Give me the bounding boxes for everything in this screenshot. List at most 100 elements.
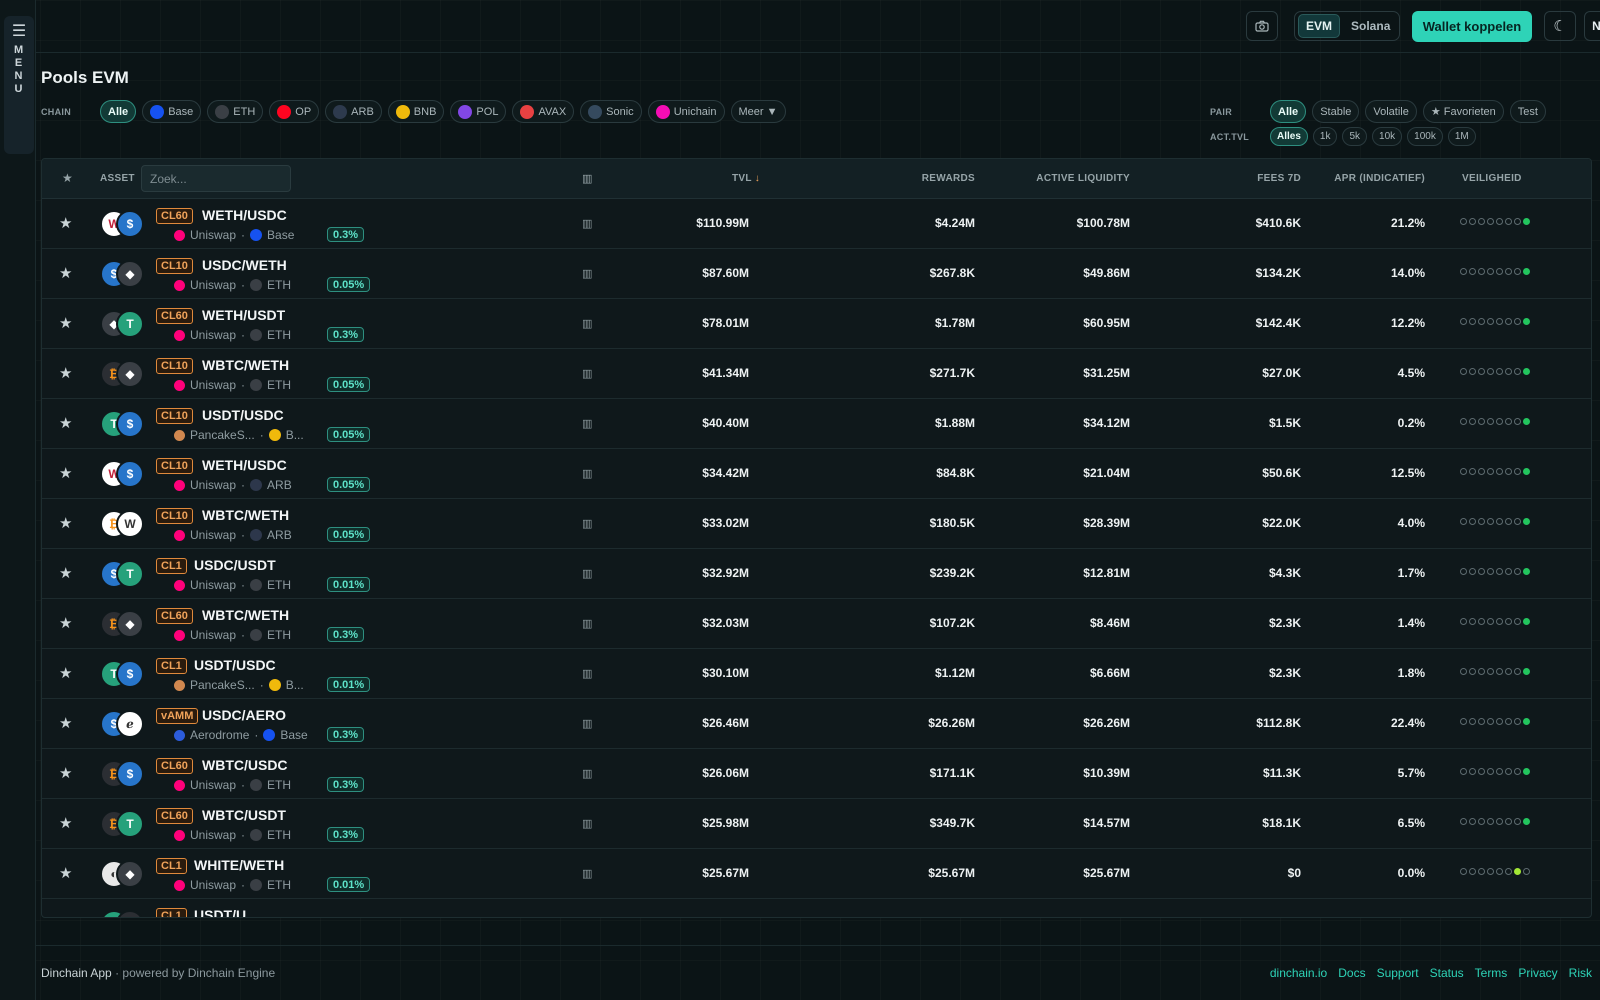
tvl-chip-100k[interactable]: 100k [1407,127,1443,146]
rewards-column-header[interactable]: REWARDS [842,173,975,184]
search-input[interactable] [141,165,291,192]
footer-link-privacy[interactable]: Privacy [1518,966,1557,980]
footer-link-docs[interactable]: Docs [1338,966,1365,980]
chart-icon[interactable]: ▥ [582,617,592,630]
favorite-star-icon[interactable]: ★ [59,764,72,782]
fees-7d-column-header[interactable]: FEES 7D [1162,173,1301,184]
tvl-chip-10k[interactable]: 10k [1372,127,1403,146]
chart-icon[interactable]: ▥ [582,517,592,530]
table-row[interactable]: ★ $ T CL1 USDC/USDT Uniswap · ETH 0.01% ▥ $32.92M $… [42,549,1591,599]
table-row[interactable]: ★ $ ◆ CL10 USDC/WETH Uniswap · ETH 0.05% ▥ $87.60M… [42,249,1591,299]
screenshot-button[interactable] [1246,11,1278,41]
table-row[interactable]: ★ T $ CL1 USDT/USDC PancakeS... · B... 0.01% ▥ $30… [42,649,1591,699]
chain-chip-sonic[interactable]: Sonic [580,100,642,123]
footer-link-status[interactable]: Status [1430,966,1464,980]
chain-chip-base[interactable]: Base [142,100,202,123]
favorite-star-icon[interactable]: ★ [59,314,72,332]
network-evm[interactable]: EVM [1298,14,1341,38]
chart-icon[interactable]: ▥ [582,417,592,430]
pair-chip-test[interactable]: Test [1509,100,1546,123]
connect-wallet-button[interactable]: Wallet koppelen [1412,11,1532,42]
pair-chip-favorieten[interactable]: ★ Favorieten [1422,100,1504,123]
footer-link-risk[interactable]: Risk [1569,966,1592,980]
table-row[interactable]: ★ ◐ ◆ CL1 WHITE/WETH Uniswap · ETH 0.01% ▥ $25.67M… [42,849,1591,899]
table-row[interactable]: ★ W $ CL60 WETH/USDC Uniswap · Base 0.3% ▥ $110.99… [42,199,1591,249]
pair-name[interactable]: WBTC/WETH [202,357,289,373]
favorite-star-icon[interactable]: ★ [59,464,72,482]
pair-name[interactable]: WETH/USDC [202,207,287,223]
favorite-star-icon[interactable]: ★ [59,664,72,682]
pair-name[interactable]: WETH/USDT [202,307,285,323]
active-liquidity-column-header[interactable]: ACTIVE LIQUIDITY [992,173,1130,184]
pair-name[interactable]: WBTC/WETH [202,607,289,623]
chart-icon[interactable]: ▥ [582,367,592,380]
table-row[interactable]: ★ T $ CL10 USDT/USDC PancakeS... · B... 0.05% ▥ $4… [42,399,1591,449]
favorite-star-icon[interactable]: ★ [59,514,72,532]
footer-link-dinchain-io[interactable]: dinchain.io [1270,966,1327,980]
menu-button[interactable]: ☰ MENU [4,16,34,154]
favorite-column-header[interactable]: ★ [62,171,73,185]
pair-chip-stable[interactable]: Stable [1312,100,1360,123]
chain-chip-avax[interactable]: AVAX [512,100,575,123]
footer-link-terms[interactable]: Terms [1475,966,1508,980]
chart-icon[interactable]: ▥ [582,267,592,280]
chain-chip-eth[interactable]: ETH [207,100,264,123]
chart-icon[interactable]: ▥ [582,817,592,830]
chart-icon[interactable]: ▥ [582,667,592,680]
tvl-chip-5k[interactable]: 5k [1342,127,1368,146]
chain-chip-meer[interactable]: Meer ▼ [730,100,786,123]
chart-icon[interactable]: ▥ [582,567,592,580]
table-row[interactable]: ★ ₿ T CL60 WBTC/USDT Uniswap · ETH 0.3% ▥ $25.98M $… [42,799,1591,849]
favorite-star-icon[interactable]: ★ [59,914,72,917]
language-select[interactable]: NL ⌵ [1584,11,1600,41]
pair-name[interactable]: USDT/USDC [194,657,276,673]
favorite-star-icon[interactable]: ★ [59,864,72,882]
pair-name[interactable]: USDC/AERO [202,707,286,723]
pair-name[interactable]: USDT/USDC [202,407,284,423]
footer-link-support[interactable]: Support [1377,966,1419,980]
chain-chip-arb[interactable]: ARB [325,100,382,123]
table-row[interactable]: ★ CL1 USDT/U... [42,899,1591,917]
chain-chip-op[interactable]: OP [269,100,320,123]
pair-chip-alle[interactable]: Alle [1270,100,1307,123]
table-row[interactable]: ★ ₿ $ CL60 WBTC/USDC Uniswap · ETH 0.3% ▥ $26.06M $… [42,749,1591,799]
pair-name[interactable]: WBTC/USDT [202,807,286,823]
chart-icon[interactable]: ▥ [582,767,592,780]
favorite-star-icon[interactable]: ★ [59,264,72,282]
favorite-star-icon[interactable]: ★ [59,814,72,832]
table-row[interactable]: ★ ₿ W CL10 WBTC/WETH Uniswap · ARB 0.05% ▥ $33.02M… [42,499,1591,549]
table-row[interactable]: ★ W $ CL10 WETH/USDC Uniswap · ARB 0.05% ▥ $34.42M… [42,449,1591,499]
favorite-star-icon[interactable]: ★ [59,414,72,432]
favorite-star-icon[interactable]: ★ [59,214,72,232]
pair-name[interactable]: WETH/USDC [202,457,287,473]
chart-icon[interactable]: ▥ [582,217,592,230]
chart-icon[interactable]: ▥ [582,317,592,330]
pair-chip-volatile[interactable]: Volatile [1365,100,1417,123]
favorite-star-icon[interactable]: ★ [59,614,72,632]
pair-name[interactable]: USDT/U... [194,907,258,917]
table-row[interactable]: ★ ₿ ◆ CL10 WBTC/WETH Uniswap · ETH 0.05% ▥ $41.34M… [42,349,1591,399]
pair-name[interactable]: WBTC/USDC [202,757,288,773]
favorite-star-icon[interactable]: ★ [59,364,72,382]
chart-icon[interactable]: ▥ [582,467,592,480]
favorite-star-icon[interactable]: ★ [59,714,72,732]
chain-chip-alle[interactable]: Alle [100,100,137,123]
tvl-chip-alles[interactable]: Alles [1270,127,1308,146]
table-row[interactable]: ★ ◆ T CL60 WETH/USDT Uniswap · ETH 0.3% ▥ $78.01M $… [42,299,1591,349]
table-row[interactable]: ★ $ ℯ vAMM USDC/AERO Aerodrome · Base 0.3% ▥ $26.4… [42,699,1591,749]
pair-name[interactable]: WBTC/WETH [202,507,289,523]
tvl-chip-1k[interactable]: 1k [1312,127,1338,146]
apr-column-header[interactable]: APR (INDICATIEF) [1282,173,1425,184]
chart-icon[interactable]: ▥ [582,867,592,880]
chart-icon[interactable]: ▥ [582,717,592,730]
chain-chip-bnb[interactable]: BNB [387,100,445,123]
chain-chip-pol[interactable]: POL [450,100,507,123]
chain-chip-unichain[interactable]: Unichain [647,100,725,123]
tvl-chip-1m[interactable]: 1M [1447,127,1476,146]
safety-column-header[interactable]: VEILIGHEID [1462,173,1522,184]
pair-name[interactable]: WHITE/WETH [194,857,284,873]
tvl-column-header[interactable]: TVL ↓ [732,173,760,184]
network-solana[interactable]: Solana [1344,15,1397,37]
table-row[interactable]: ★ ₿ ◆ CL60 WBTC/WETH Uniswap · ETH 0.3% ▥ $32.03M $… [42,599,1591,649]
pair-name[interactable]: USDC/USDT [194,557,276,573]
